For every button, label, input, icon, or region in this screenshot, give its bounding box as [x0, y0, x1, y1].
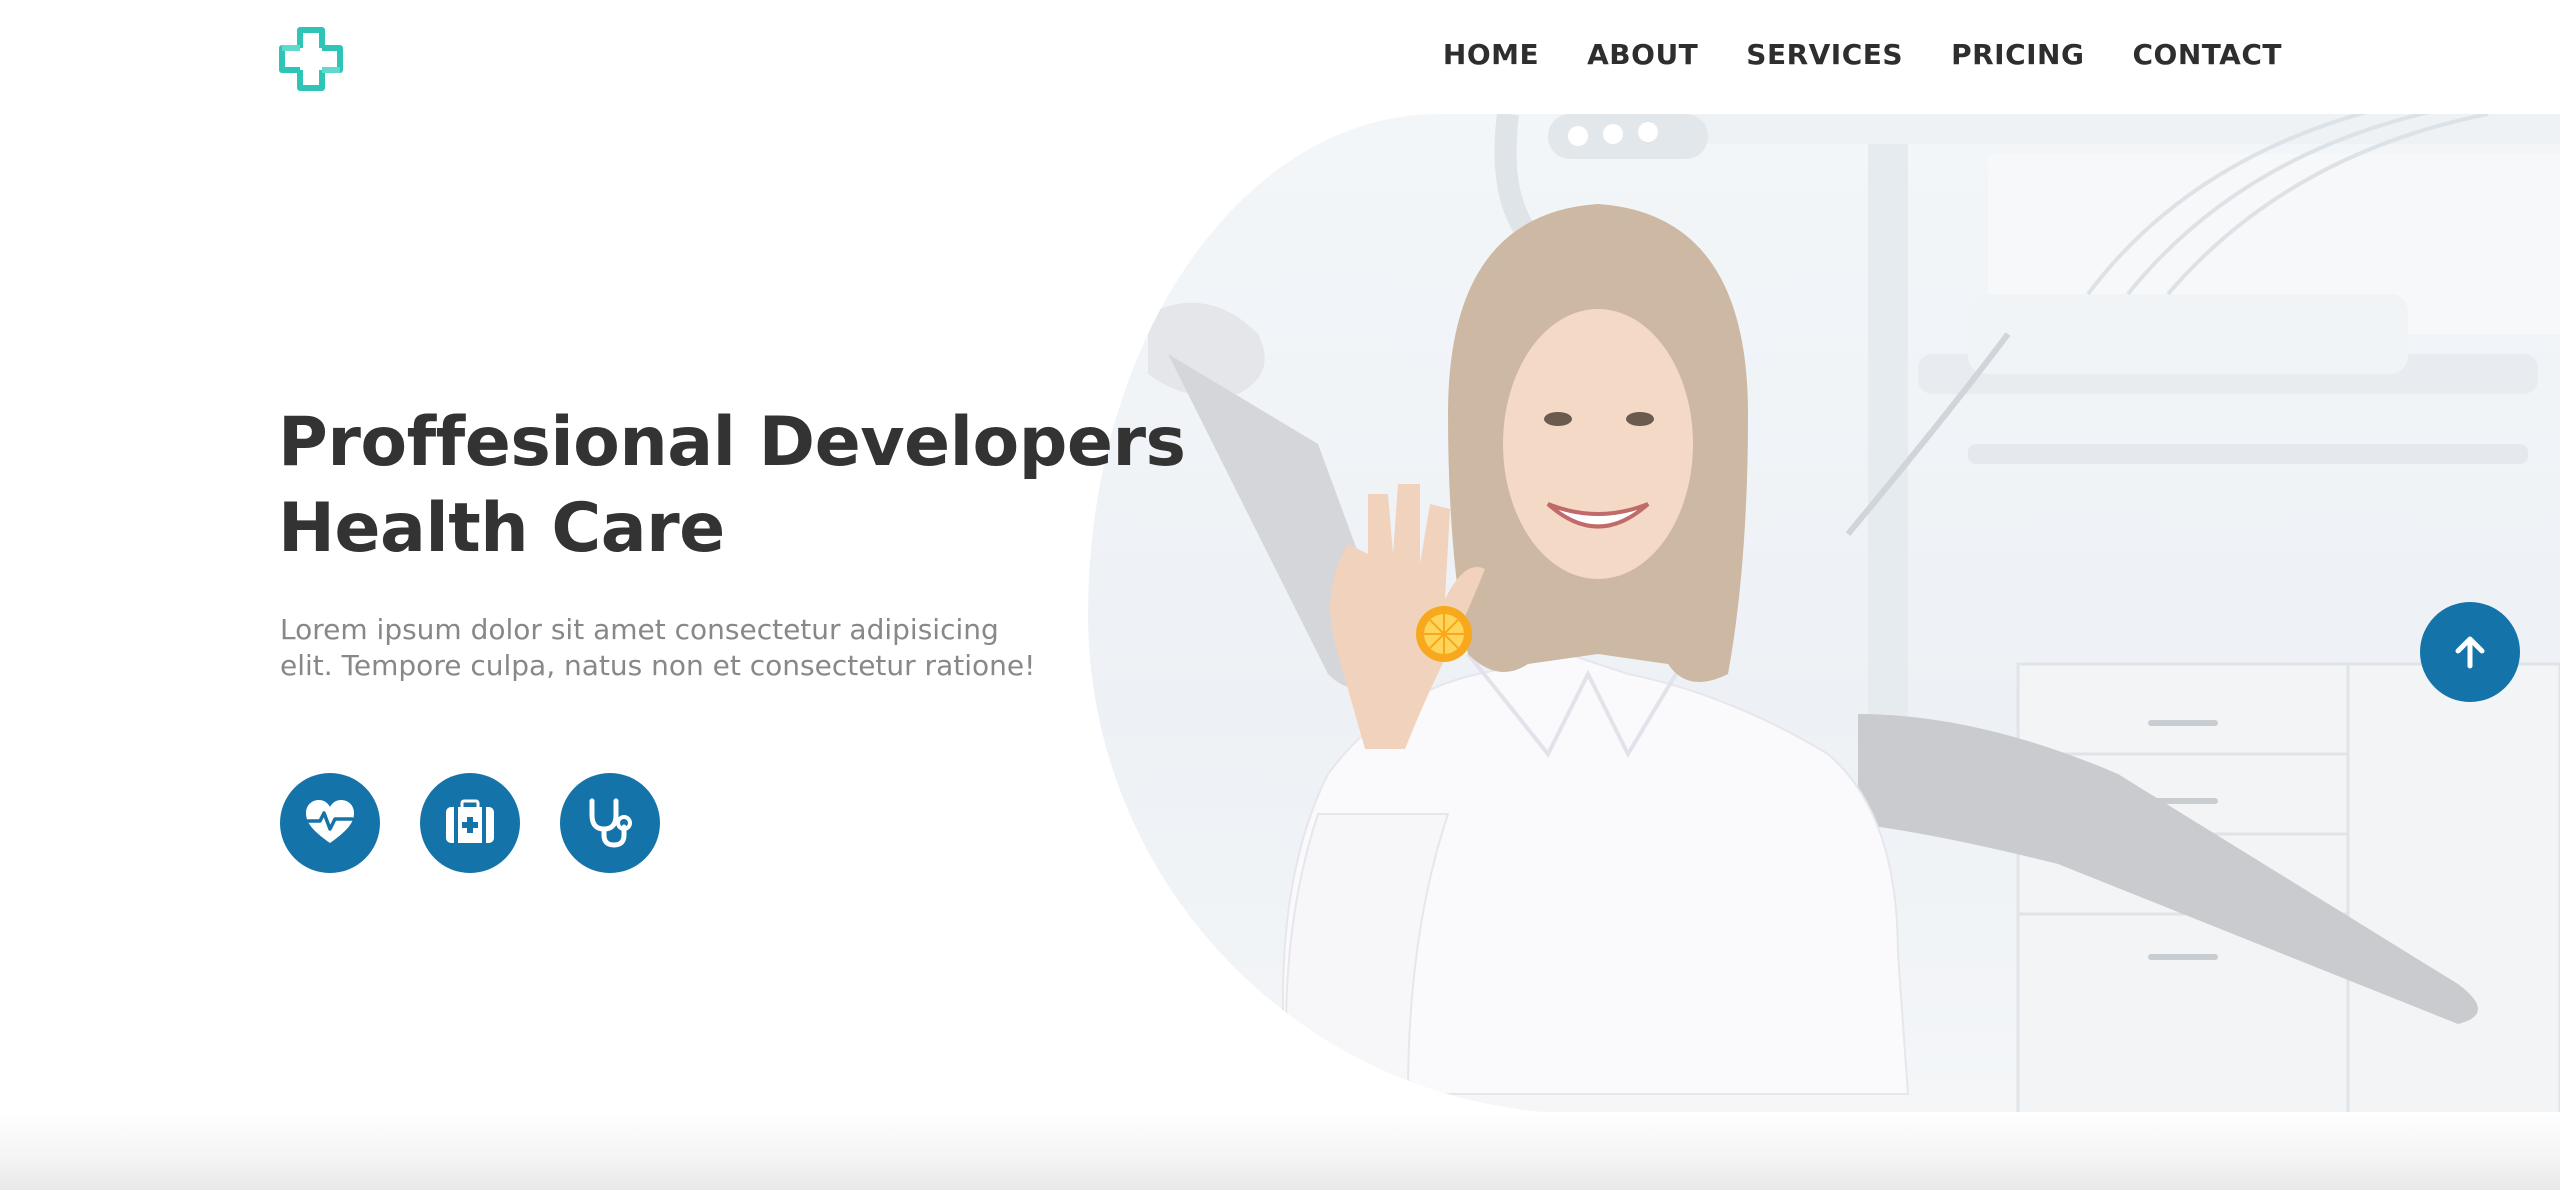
hero-title: Proffesional Developers Health Care — [278, 400, 1278, 572]
nav-services[interactable]: SERVICES — [1746, 38, 1903, 71]
hero-image-doctor — [1088, 114, 2560, 1114]
main-navigation: HOME ABOUT SERVICES PRICING CONTACT — [1443, 38, 2282, 71]
stethoscope-button[interactable] — [560, 773, 660, 873]
first-aid-kit-icon — [446, 799, 494, 843]
hero-title-line-1: Proffesional Developers — [278, 403, 1186, 482]
nav-contact[interactable]: CONTACT — [2132, 38, 2282, 71]
scroll-to-top-button[interactable] — [2420, 602, 2520, 702]
heart-pulse-icon — [306, 800, 354, 843]
landing-page: HOME ABOUT SERVICES PRICING CONTACT Prof… — [0, 0, 2560, 1190]
medical-cross-icon[interactable] — [278, 26, 344, 92]
arrow-up-icon — [2455, 636, 2485, 669]
feature-icons-row — [280, 773, 660, 873]
nav-pricing[interactable]: PRICING — [1951, 38, 2084, 71]
nav-home[interactable]: HOME — [1443, 38, 1539, 71]
site-header: HOME ABOUT SERVICES PRICING CONTACT — [0, 0, 2560, 114]
first-aid-kit-button[interactable] — [420, 773, 520, 873]
hero-title-line-2: Health Care — [278, 489, 725, 568]
section-divider — [0, 1112, 2560, 1190]
stethoscope-icon — [589, 798, 632, 848]
hero-description: Lorem ipsum dolor sit amet consectetur a… — [280, 613, 1036, 682]
heart-pulse-button[interactable] — [280, 773, 380, 873]
nav-about[interactable]: ABOUT — [1587, 38, 1698, 71]
